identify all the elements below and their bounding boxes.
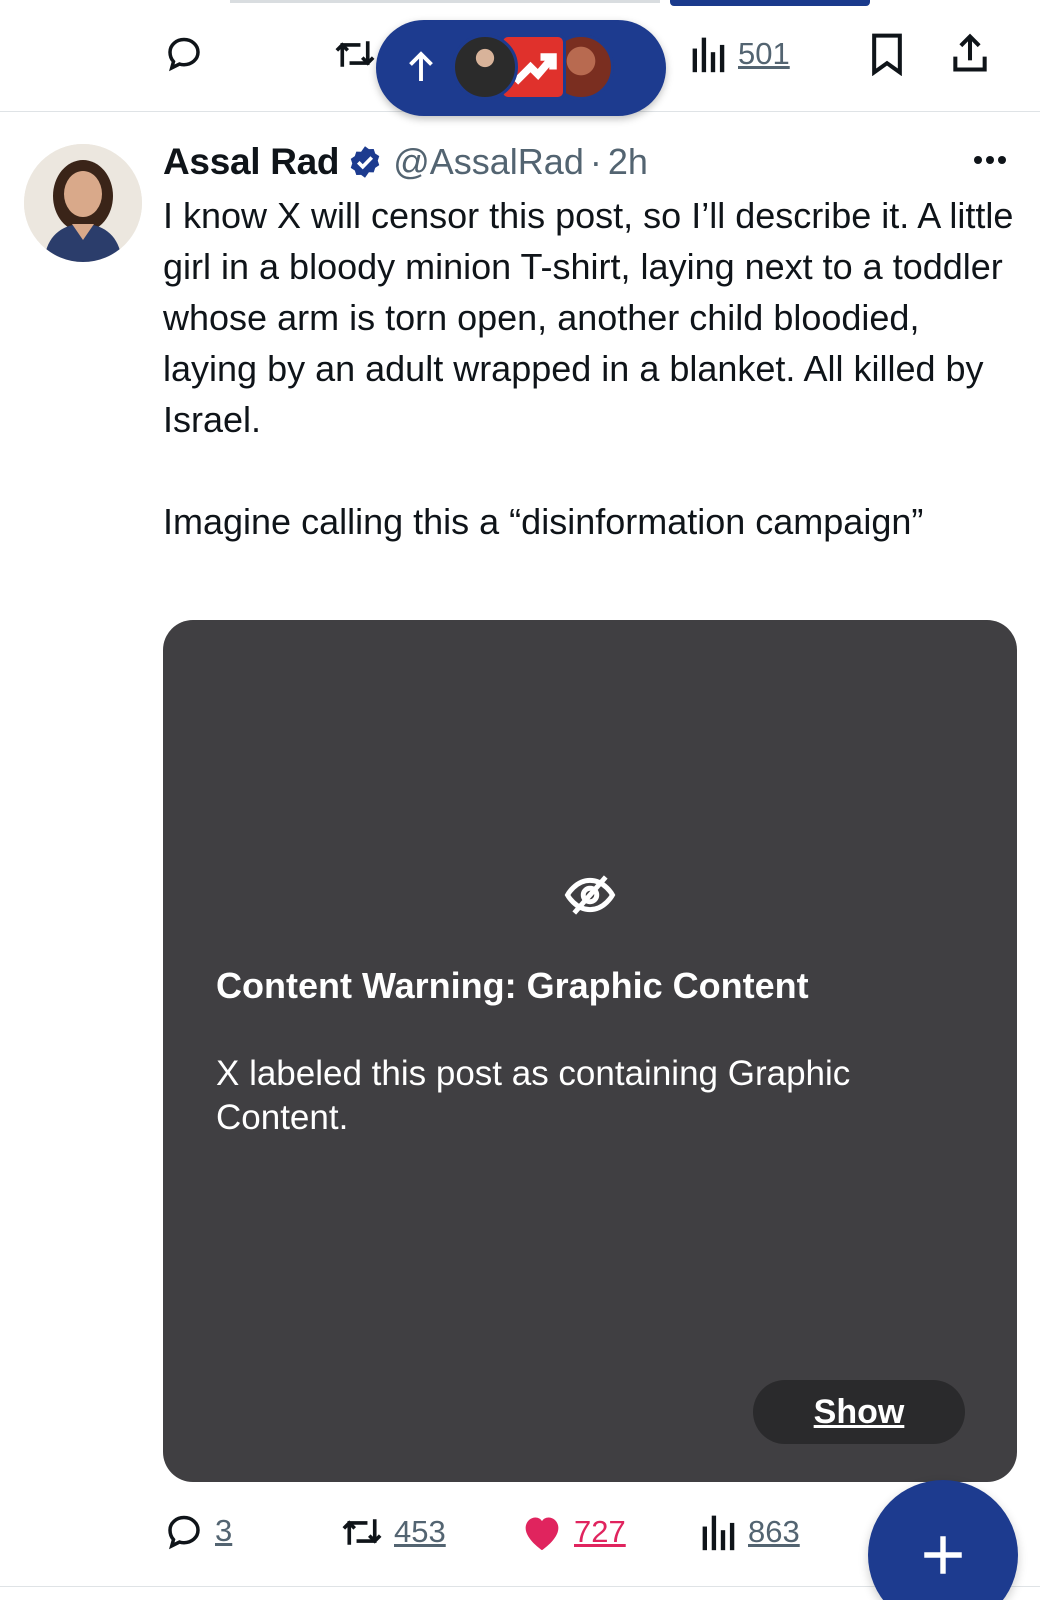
compose-button[interactable]	[868, 1480, 1018, 1600]
like-button[interactable]: 727	[520, 1512, 626, 1552]
author-handle[interactable]: @AssalRad	[393, 141, 584, 183]
reply-icon	[168, 37, 200, 72]
more-icon	[974, 156, 1006, 164]
media-content-warning: Content Warning: Graphic Content X label…	[163, 620, 1017, 1482]
repost-icon	[335, 41, 375, 67]
share-button[interactable]	[948, 30, 992, 76]
plus-icon	[924, 1536, 962, 1574]
post-text: I know X will censor this post, so I’ll …	[163, 195, 1014, 542]
post-header: Assal Rad @AssalRad · 2h	[163, 138, 648, 186]
author-name[interactable]: Assal Rad	[163, 141, 340, 183]
separator: ·	[589, 141, 602, 182]
repost-button[interactable]: 453	[340, 1512, 446, 1552]
views-button[interactable]: 863	[700, 1512, 800, 1552]
arrow-up-icon	[409, 51, 433, 81]
reply-icon	[168, 1515, 200, 1550]
repost-icon	[342, 1519, 382, 1545]
repost-button[interactable]	[333, 34, 377, 74]
more-options-button[interactable]	[970, 145, 1010, 175]
views-icon	[692, 37, 725, 73]
views-icon	[702, 1515, 735, 1551]
views-button[interactable]: 501	[690, 34, 790, 74]
verified-badge-icon	[347, 144, 383, 180]
reply-button[interactable]	[163, 32, 205, 74]
bookmark-icon	[872, 33, 902, 76]
like-count: 727	[574, 1514, 626, 1549]
new-post-avatar	[452, 34, 518, 100]
post-timestamp[interactable]: 2h	[608, 141, 648, 183]
view-count: 863	[748, 1514, 800, 1549]
warning-body: X labeled this post as containing Graphi…	[216, 1054, 851, 1137]
eye-slash-icon	[564, 875, 616, 915]
repost-count: 453	[394, 1514, 446, 1549]
warning-title: Content Warning: Graphic Content	[216, 965, 809, 1006]
heart-icon	[525, 1517, 559, 1551]
new-posts-pill[interactable]	[376, 20, 666, 116]
reply-button[interactable]: 3	[163, 1510, 232, 1552]
avatar[interactable]	[24, 144, 142, 262]
share-icon	[953, 33, 987, 72]
show-button[interactable]: Show	[753, 1380, 965, 1444]
reply-count: 3	[215, 1513, 233, 1548]
views-count: 501	[738, 36, 790, 71]
bookmark-button[interactable]	[868, 32, 906, 76]
